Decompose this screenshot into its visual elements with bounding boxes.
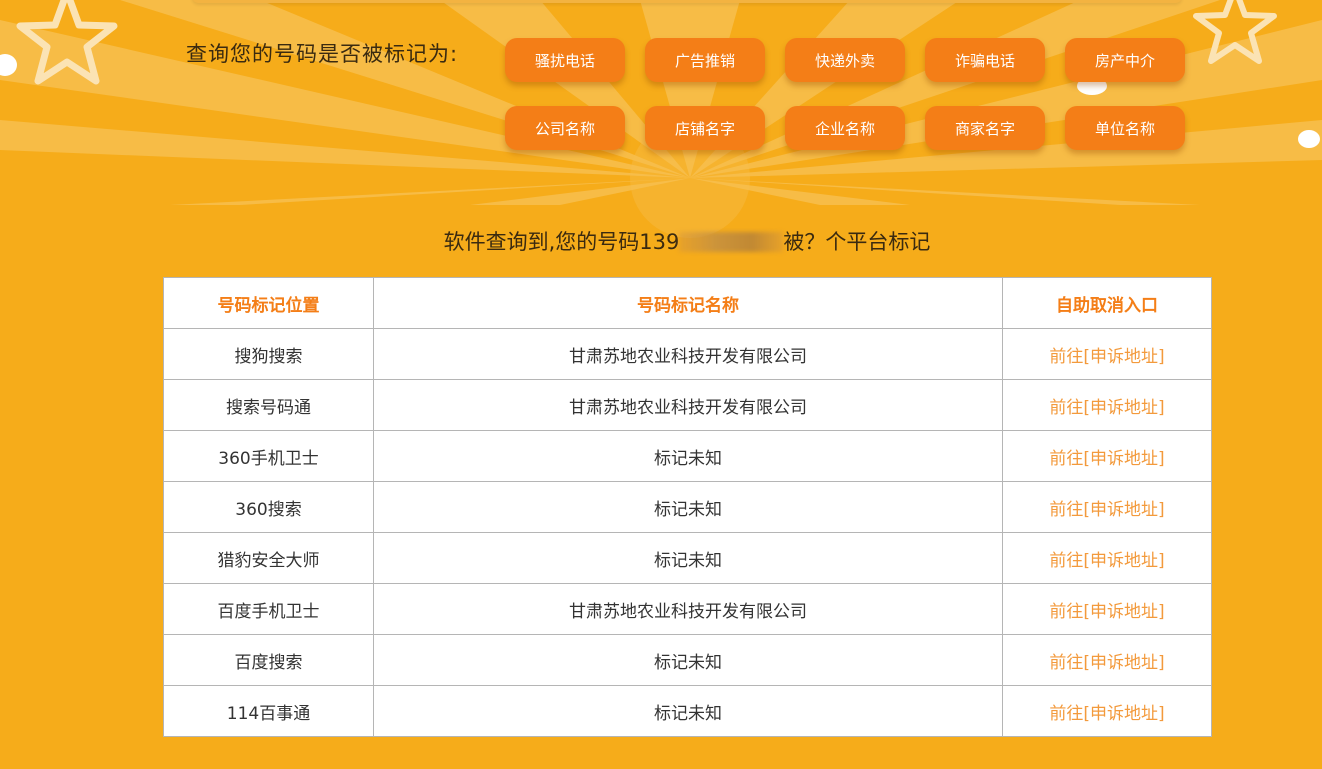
mark-cell: 标记未知 bbox=[373, 481, 1003, 533]
table-row: 百度搜索 标记未知 前往[申诉地址] bbox=[163, 634, 1212, 686]
appeal-link[interactable]: 前往[申诉地址] bbox=[1002, 685, 1212, 737]
header-mark-location: 号码标记位置 bbox=[163, 277, 374, 329]
table-row: 搜索号码通 甘肃苏地农业科技开发有限公司 前往[申诉地址] bbox=[163, 379, 1212, 431]
table-row: 猎豹安全大师 标记未知 前往[申诉地址] bbox=[163, 532, 1212, 584]
tag-store-name-button[interactable]: 店铺名字 bbox=[645, 106, 765, 150]
platform-cell: 百度搜索 bbox=[163, 634, 374, 686]
tag-delivery-button[interactable]: 快递外卖 bbox=[785, 38, 905, 82]
star-icon bbox=[1193, 0, 1277, 64]
appeal-link[interactable]: 前往[申诉地址] bbox=[1002, 328, 1212, 380]
result-summary: 软件查询到,您的号码139 被？个平台标记 bbox=[0, 226, 1322, 256]
platform-cell: 百度手机卫士 bbox=[163, 583, 374, 635]
table-header-row: 号码标记位置 号码标记名称 自助取消入口 bbox=[163, 277, 1212, 329]
query-label: 查询您的号码是否被标记为: bbox=[186, 42, 459, 66]
dot-icon bbox=[1298, 130, 1320, 148]
tag-company-name-button[interactable]: 公司名称 bbox=[505, 106, 625, 150]
tag-advertising-button[interactable]: 广告推销 bbox=[645, 38, 765, 82]
masked-number bbox=[679, 232, 784, 252]
header-mark-name: 号码标记名称 bbox=[373, 277, 1003, 329]
star-icon bbox=[16, 0, 118, 85]
appeal-link[interactable]: 前往[申诉地址] bbox=[1002, 634, 1212, 686]
top-panel-edge bbox=[192, 0, 1182, 3]
mark-cell: 标记未知 bbox=[373, 634, 1003, 686]
mark-cell: 甘肃苏地农业科技开发有限公司 bbox=[373, 379, 1003, 431]
mark-cell: 标记未知 bbox=[373, 532, 1003, 584]
tag-unit-name-button[interactable]: 单位名称 bbox=[1065, 106, 1185, 150]
platform-cell: 搜狗搜索 bbox=[163, 328, 374, 380]
tag-fraud-button[interactable]: 诈骗电话 bbox=[925, 38, 1045, 82]
platform-cell: 搜索号码通 bbox=[163, 379, 374, 431]
platform-cell: 360手机卫士 bbox=[163, 430, 374, 482]
appeal-link[interactable]: 前往[申诉地址] bbox=[1002, 532, 1212, 584]
table-row: 360搜索 标记未知 前往[申诉地址] bbox=[163, 481, 1212, 533]
tag-enterprise-name-button[interactable]: 企业名称 bbox=[785, 106, 905, 150]
appeal-link[interactable]: 前往[申诉地址] bbox=[1002, 481, 1212, 533]
mark-cell: 标记未知 bbox=[373, 430, 1003, 482]
platform-cell: 360搜索 bbox=[163, 481, 374, 533]
appeal-link[interactable]: 前往[申诉地址] bbox=[1002, 583, 1212, 635]
mark-cell: 甘肃苏地农业科技开发有限公司 bbox=[373, 583, 1003, 635]
table-row: 114百事通 标记未知 前往[申诉地址] bbox=[163, 685, 1212, 737]
table-row: 搜狗搜索 甘肃苏地农业科技开发有限公司 前往[申诉地址] bbox=[163, 328, 1212, 380]
platform-cell: 114百事通 bbox=[163, 685, 374, 737]
appeal-link[interactable]: 前往[申诉地址] bbox=[1002, 430, 1212, 482]
mark-results-table: 号码标记位置 号码标记名称 自助取消入口 搜狗搜索 甘肃苏地农业科技开发有限公司… bbox=[163, 277, 1212, 737]
tag-real-estate-button[interactable]: 房产中介 bbox=[1065, 38, 1185, 82]
tag-harassment-button[interactable]: 骚扰电话 bbox=[505, 38, 625, 82]
page-stage: 查询您的号码是否被标记为: 骚扰电话 广告推销 快递外卖 诈骗电话 房产中介 公… bbox=[0, 0, 1322, 769]
table-row: 360手机卫士 标记未知 前往[申诉地址] bbox=[163, 430, 1212, 482]
appeal-link[interactable]: 前往[申诉地址] bbox=[1002, 379, 1212, 431]
table-row: 百度手机卫士 甘肃苏地农业科技开发有限公司 前往[申诉地址] bbox=[163, 583, 1212, 635]
result-suffix: 被？个平台标记 bbox=[783, 230, 931, 254]
header-cancel-entry: 自助取消入口 bbox=[1002, 277, 1212, 329]
result-prefix: 软件查询到,您的号码139 bbox=[443, 230, 680, 254]
dot-icon bbox=[0, 54, 17, 76]
dot-icon bbox=[1077, 80, 1107, 95]
platform-cell: 猎豹安全大师 bbox=[163, 532, 374, 584]
mark-cell: 甘肃苏地农业科技开发有限公司 bbox=[373, 328, 1003, 380]
mark-cell: 标记未知 bbox=[373, 685, 1003, 737]
tag-merchant-name-button[interactable]: 商家名字 bbox=[925, 106, 1045, 150]
